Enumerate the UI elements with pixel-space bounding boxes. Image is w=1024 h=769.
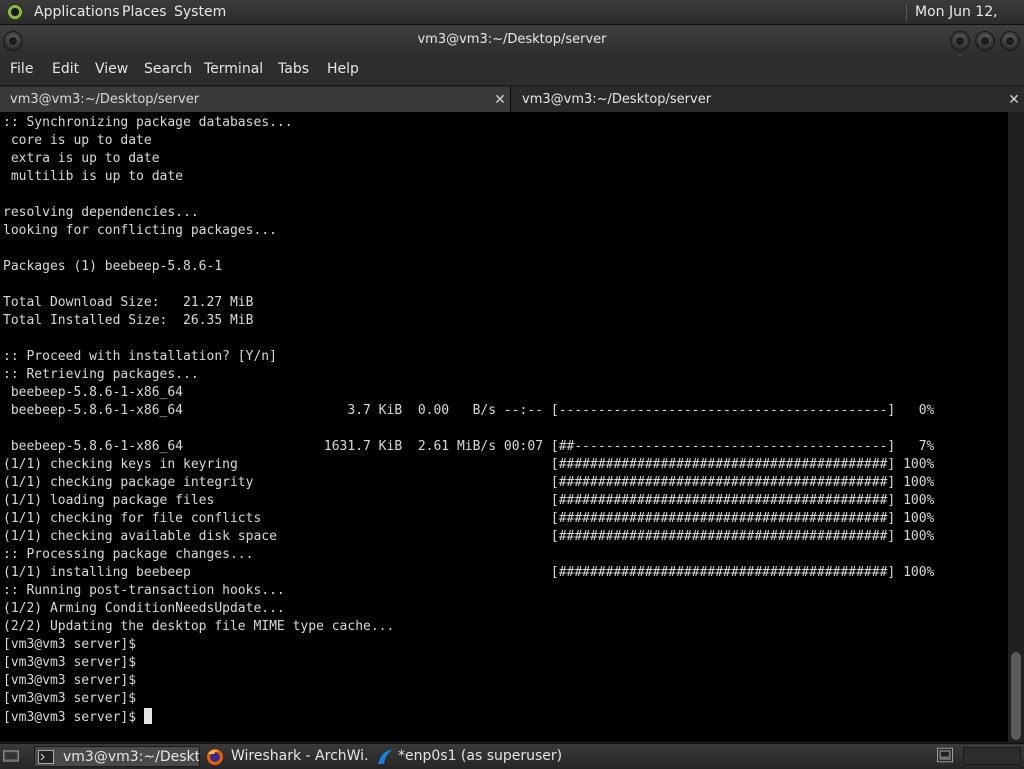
- terminal-output[interactable]: :: Synchronizing package databases... co…: [0, 112, 1008, 742]
- terminal-line: core is up to date: [3, 133, 152, 148]
- taskbar-item-terminal[interactable]: vm3@vm3:~/Deskt...: [34, 746, 200, 767]
- terminal-line: (1/2) Arming ConditionNeedsUpdate...: [3, 601, 285, 616]
- scrollbar-thumb[interactable]: [1011, 652, 1021, 740]
- terminal-line: :: Running post-transaction hooks...: [3, 583, 285, 598]
- distro-logo-icon[interactable]: [6, 3, 24, 21]
- close-icon[interactable]: ✕: [492, 87, 508, 113]
- terminal-line: (2/2) Updating the desktop file MIME typ…: [3, 619, 395, 634]
- show-desktop-icon[interactable]: [3, 748, 19, 764]
- terminal-line: :: Retrieving packages...: [3, 367, 199, 382]
- terminal-line: looking for conflicting packages...: [3, 223, 277, 238]
- terminal-line: (1/1) installing beebeep [##############…: [3, 565, 935, 580]
- tab-terminal-2[interactable]: vm3@vm3:~/Desktop/server ✕: [512, 87, 1024, 113]
- terminal-line: :: Synchronizing package databases...: [3, 115, 293, 130]
- menu-view[interactable]: View: [95, 55, 128, 83]
- terminal-line: Total Installed Size: 26.35 MiB: [3, 313, 254, 328]
- tab-label: vm3@vm3:~/Desktop/server: [10, 92, 200, 107]
- terminal-line: (1/1) checking keys in keyring [########…: [3, 457, 935, 472]
- menu-system[interactable]: System: [174, 0, 226, 24]
- taskbar-item-wireshark-capture[interactable]: *enp0s1 (as superuser): [374, 746, 574, 767]
- taskbar-item-label: Wireshark - ArchWi...: [231, 748, 370, 764]
- terminal-line: (1/1) loading package files [###########…: [3, 493, 935, 508]
- terminal-prompt: [vm3@vm3 server]$: [3, 710, 144, 725]
- panel-separator: [906, 3, 907, 21]
- taskbar-item-label: vm3@vm3:~/Deskt...: [63, 749, 200, 765]
- close-icon[interactable]: ✕: [1006, 87, 1022, 113]
- menu-search[interactable]: Search: [144, 55, 192, 83]
- terminal-line: Packages (1) beebeep-5.8.6-1: [3, 259, 223, 274]
- terminal-line: [vm3@vm3 server]$: [3, 655, 137, 670]
- terminal-line: (1/1) checking available disk space [###…: [3, 529, 935, 544]
- terminal-line: [vm3@vm3 server]$: [3, 673, 137, 688]
- terminal-scrollbar[interactable]: [1008, 112, 1024, 742]
- menu-help[interactable]: Help: [327, 55, 359, 83]
- terminal-line: :: Processing package changes...: [3, 547, 254, 562]
- wireshark-fin-icon: [378, 750, 392, 764]
- terminal-line: Total Download Size: 21.27 MiB: [3, 295, 254, 310]
- workspace-2[interactable]: [963, 747, 1021, 765]
- terminal-line: beebeep-5.8.6-1-x86_64 3.7 KiB 0.00 B/s …: [3, 403, 935, 418]
- terminal-line: beebeep-5.8.6-1-x86_64: [3, 385, 184, 400]
- terminal-line: (1/1) checking for file conflicts [#####…: [3, 511, 935, 526]
- top-panel: Applications Places System Mon Jun 12, 0…: [0, 0, 1024, 44]
- terminal-line: beebeep-5.8.6-1-x86_64 1631.7 KiB 2.61 M…: [3, 439, 935, 454]
- menu-applications[interactable]: Applications: [34, 0, 120, 24]
- menu-file[interactable]: File: [10, 55, 33, 83]
- close-window-button[interactable]: [1000, 31, 1020, 51]
- window-title: vm3@vm3:~/Desktop/server: [417, 32, 607, 47]
- menu-tabs[interactable]: Tabs: [278, 55, 309, 83]
- terminal-line: multilib is up to date: [3, 169, 184, 184]
- terminal-line: resolving dependencies...: [3, 205, 199, 220]
- clock[interactable]: Mon Jun 12, 00:18: [915, 0, 1024, 44]
- terminal-line: [vm3@vm3 server]$: [3, 637, 137, 652]
- taskbar-item-label: *enp0s1 (as superuser): [398, 748, 563, 764]
- firefox-icon: [207, 749, 223, 765]
- taskbar: vm3@vm3:~/Deskt... Wireshark - ArchWi...…: [0, 743, 1024, 769]
- maximize-button[interactable]: [975, 31, 995, 51]
- taskbar-item-wireshark-browser[interactable]: Wireshark - ArchWi...: [204, 746, 370, 767]
- terminal-line: :: Proceed with installation? [Y/n]: [3, 349, 277, 364]
- minimize-button[interactable]: [950, 31, 970, 51]
- terminal-line: (1/1) checking package integrity [######…: [3, 475, 935, 490]
- terminal-prompt-line: [vm3@vm3 server]$: [3, 708, 152, 726]
- menu-edit[interactable]: Edit: [52, 55, 79, 83]
- menu-places[interactable]: Places: [122, 0, 167, 24]
- tab-bar: vm3@vm3:~/Desktop/server ✕ vm3@vm3:~/Des…: [0, 85, 1024, 113]
- window-titlebar[interactable]: vm3@vm3:~/Desktop/server: [0, 25, 1024, 55]
- menu-terminal[interactable]: Terminal: [204, 55, 263, 83]
- terminal-icon: [38, 750, 54, 764]
- terminal-menubar: File Edit View Search Terminal Tabs Help: [0, 55, 1024, 85]
- tab-label: vm3@vm3:~/Desktop/server: [522, 92, 712, 107]
- text-cursor: [143, 708, 152, 724]
- terminal-line: extra is up to date: [3, 151, 160, 166]
- tab-terminal-1[interactable]: vm3@vm3:~/Desktop/server ✕: [0, 87, 511, 113]
- terminal-line: [vm3@vm3 server]$: [3, 691, 137, 706]
- workspace-switcher-icon[interactable]: [937, 747, 953, 763]
